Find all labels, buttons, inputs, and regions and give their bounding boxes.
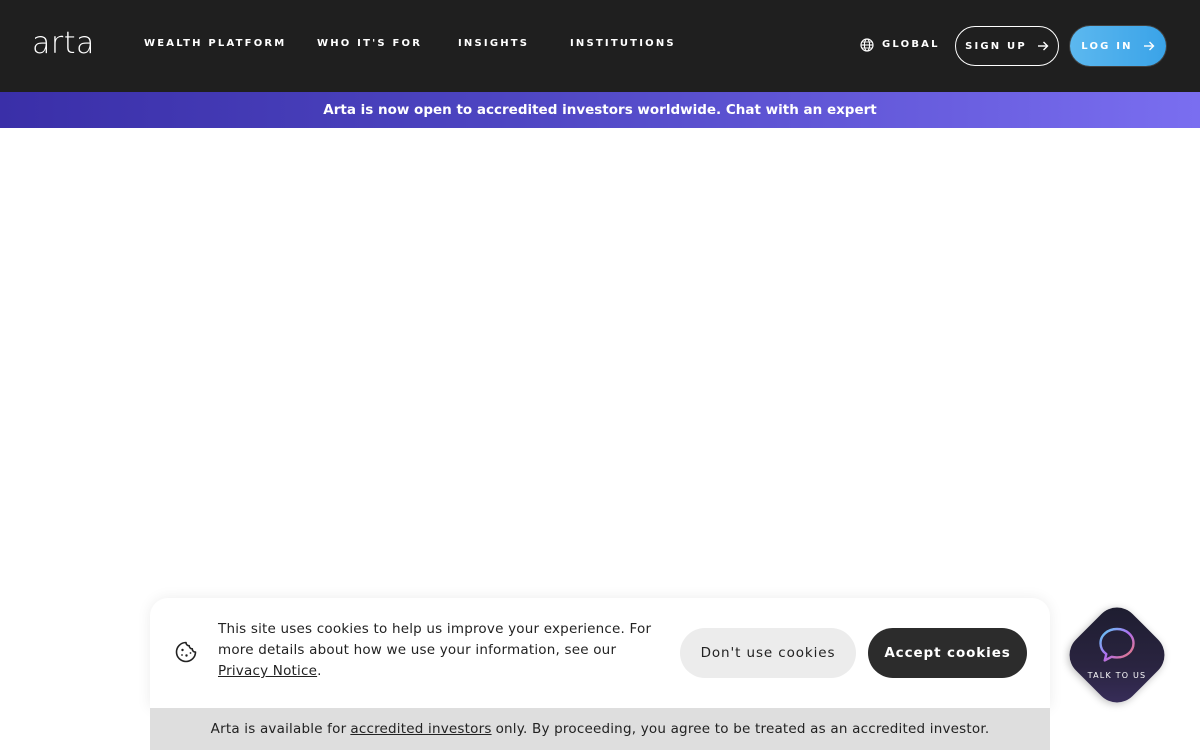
cookie-consent-panel: This site uses cookies to help us improv… <box>150 598 1050 708</box>
nav-item-institutions[interactable]: INSTITUTIONS <box>570 38 676 50</box>
region-selector[interactable]: GLOBAL <box>860 38 940 52</box>
talk-to-us-widget[interactable]: TALK TO US <box>1060 598 1174 712</box>
arrow-right-icon <box>1143 41 1155 51</box>
nav-item-who-its-for[interactable]: WHO IT'S FOR <box>317 38 422 50</box>
top-navigation-bar: arta WEALTH PLATFORM WHO IT'S FOR INSIGH… <box>0 0 1200 92</box>
nav-item-insights[interactable]: INSIGHTS <box>458 38 529 50</box>
region-label: GLOBAL <box>882 39 940 50</box>
log-in-button[interactable]: LOG IN <box>1070 26 1166 66</box>
cookie-message-end: . <box>317 663 322 679</box>
widget-content: TALK TO US <box>1060 598 1174 712</box>
nav-item-wealth-platform[interactable]: WEALTH PLATFORM <box>144 38 286 50</box>
cookie-message: This site uses cookies to help us improv… <box>218 619 658 682</box>
sign-up-button[interactable]: SIGN UP <box>955 26 1059 66</box>
accredited-investors-link[interactable]: accredited investors <box>350 721 491 737</box>
cookie-message-text: This site uses cookies to help us improv… <box>218 621 652 658</box>
notice-text-start: Arta is available for <box>210 721 347 737</box>
talk-to-us-label: TALK TO US <box>1087 670 1147 680</box>
notice-text-end: only. By proceeding, you agree to be tre… <box>495 721 990 737</box>
chat-bubble-icon <box>1099 627 1135 662</box>
arrow-right-icon <box>1037 41 1049 51</box>
arta-logo[interactable]: arta <box>32 24 95 64</box>
cookie-icon <box>175 641 197 663</box>
accept-cookies-button[interactable]: Accept cookies <box>868 628 1027 678</box>
globe-icon <box>860 38 874 52</box>
dont-use-cookies-button[interactable]: Don't use cookies <box>680 628 856 678</box>
log-in-label: LOG IN <box>1081 40 1133 52</box>
privacy-notice-link[interactable]: Privacy Notice <box>218 663 317 679</box>
accredited-investor-notice: Arta is available for accredited investo… <box>150 708 1050 750</box>
sign-up-label: SIGN UP <box>965 40 1027 52</box>
announcement-banner[interactable]: Arta is now open to accredited investors… <box>0 92 1200 128</box>
